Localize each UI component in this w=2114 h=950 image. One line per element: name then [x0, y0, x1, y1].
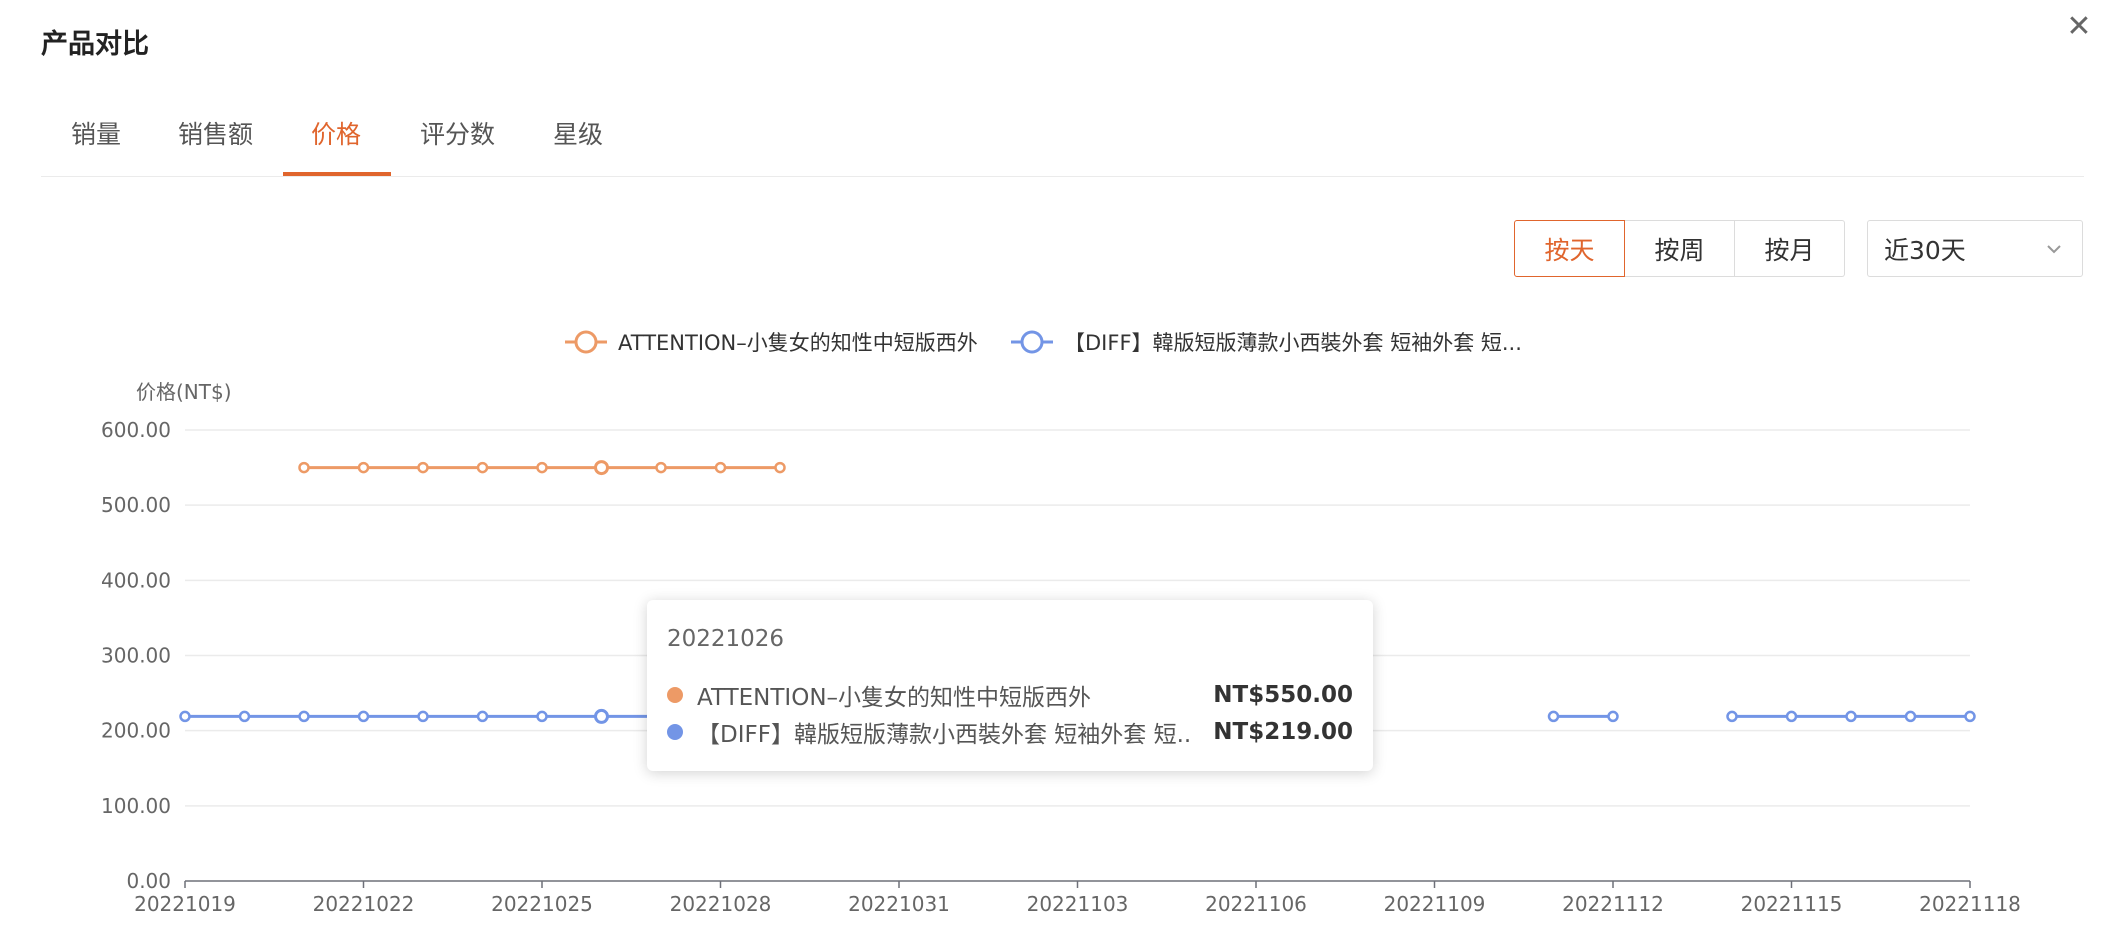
data-point: [1607, 710, 1619, 723]
tooltip-date: 20221026: [667, 626, 785, 652]
date-range-value: 近30天: [1884, 235, 1966, 265]
tab-star-rating[interactable]: 星级: [553, 115, 603, 175]
metric-tabs: 销量 销售额 价格 评分数 星级: [41, 100, 2084, 177]
x-tick-label: 20221028: [670, 892, 772, 916]
legend-label: ATTENTION–小隻女的知性中短版西外: [618, 331, 978, 355]
tab-sales-volume[interactable]: 销量: [71, 115, 121, 175]
by-week-button[interactable]: 按周: [1625, 220, 1735, 277]
y-tick-label: 100.00: [101, 794, 171, 818]
data-point: [536, 710, 548, 723]
x-tick-label: 20221103: [1027, 892, 1129, 916]
close-icon[interactable]: ✕: [2064, 12, 2094, 42]
y-tick-label: 500.00: [101, 493, 171, 517]
y-tick-label: 0.00: [126, 869, 171, 893]
data-point: [1726, 710, 1738, 723]
x-tick-label: 20221118: [1919, 892, 2021, 916]
data-point: [417, 461, 429, 474]
y-axis-label: 价格(NT$): [136, 380, 232, 404]
chart-tooltip: 20221026 ATTENTION–小隻女的知性中短版西外 NT$550.00…: [647, 600, 1373, 771]
data-point: [357, 710, 370, 723]
y-tick-label: 600.00: [101, 418, 171, 442]
series-color-dot: [667, 724, 683, 740]
y-tick-label: 200.00: [101, 719, 171, 743]
data-point: [1785, 710, 1798, 723]
legend-label: 【DIFF】韓版短版薄款小西裝外套 短袖外套 短...: [1064, 331, 1522, 355]
data-point: [1964, 710, 1976, 723]
data-point: [476, 710, 489, 723]
x-tick-label: 20221106: [1205, 892, 1307, 916]
tooltip-series-name: ATTENTION–小隻女的知性中短版西外: [697, 685, 1092, 711]
x-tick-label: 20221031: [848, 892, 950, 916]
date-range-select[interactable]: 近30天: [1867, 220, 2083, 277]
legend-marker-icon: [574, 330, 598, 354]
by-day-button[interactable]: 按天: [1514, 220, 1625, 277]
tooltip-row: 【DIFF】韓版短版薄款小西裝外套 短袖外套 短... NT$219.00: [667, 717, 1353, 748]
chevron-down-icon: [2047, 244, 2061, 253]
data-point: [594, 708, 609, 724]
tooltip-series-name: 【DIFF】韓版短版薄款小西裝外套 短袖外套 短...: [697, 722, 1194, 748]
data-point: [179, 710, 191, 723]
data-point: [536, 461, 548, 474]
data-point: [298, 710, 310, 723]
x-tick-label: 20221115: [1741, 892, 1843, 916]
data-point: [476, 461, 489, 474]
data-point: [1547, 710, 1560, 723]
x-tick-label: 20221112: [1562, 892, 1664, 916]
data-point: [1845, 710, 1857, 723]
tab-sales-amount[interactable]: 销售额: [178, 115, 253, 175]
data-point: [774, 461, 786, 474]
x-tick-label: 20221022: [313, 892, 415, 916]
data-point: [238, 710, 251, 723]
tooltip-series-value: NT$550.00: [1213, 682, 1353, 708]
legend-marker-icon: [1020, 330, 1044, 354]
y-tick-label: 300.00: [101, 644, 171, 668]
dialog-title: 产品对比: [41, 29, 149, 60]
data-point: [417, 710, 429, 723]
x-tick-label: 20221109: [1384, 892, 1486, 916]
period-toggle-group: 按天 按周 按月: [1514, 220, 1845, 277]
y-tick-label: 400.00: [101, 568, 171, 592]
data-point: [714, 461, 727, 474]
tab-rating-count[interactable]: 评分数: [420, 115, 495, 175]
data-point: [1904, 710, 1917, 723]
data-point: [357, 461, 370, 474]
data-point: [298, 461, 310, 474]
tab-price[interactable]: 价格: [311, 115, 361, 175]
x-tick-label: 20221019: [134, 892, 236, 916]
tooltip-row: ATTENTION–小隻女的知性中短版西外 NT$550.00: [667, 680, 1353, 711]
x-tick-label: 20221025: [491, 892, 593, 916]
by-month-button[interactable]: 按月: [1735, 220, 1845, 277]
data-point: [655, 461, 667, 474]
data-point: [594, 460, 609, 476]
series-color-dot: [667, 687, 683, 703]
tooltip-series-value: NT$219.00: [1213, 719, 1353, 745]
active-tab-indicator: [283, 172, 391, 176]
